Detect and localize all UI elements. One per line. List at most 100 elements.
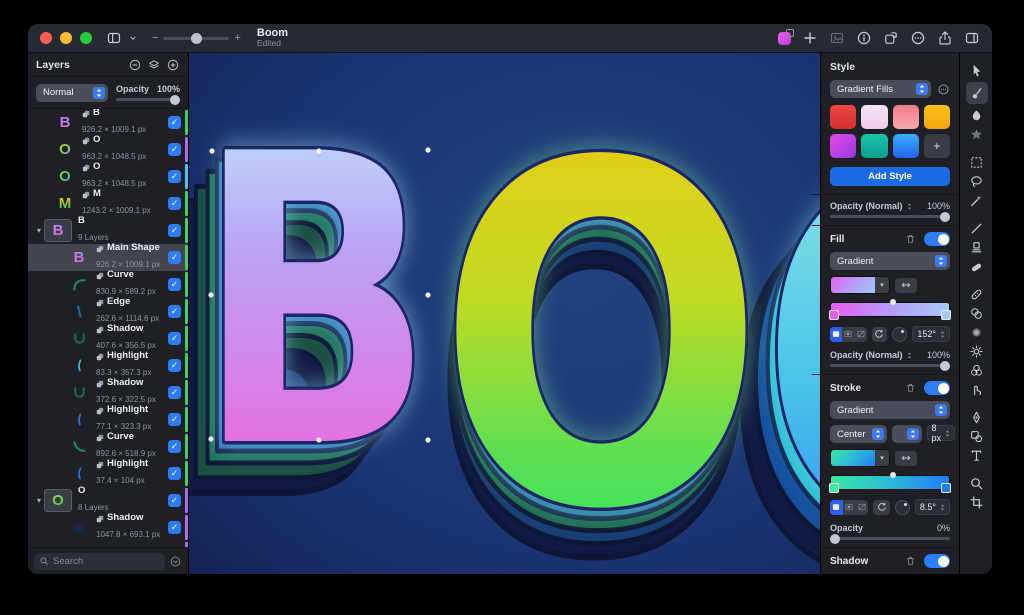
- layer-opacity-knob[interactable]: [940, 211, 950, 222]
- more-tools-icon[interactable]: [966, 521, 988, 540]
- paint-tool-icon[interactable]: [966, 106, 988, 125]
- lasso-select-tool-icon[interactable]: [966, 172, 988, 191]
- blend-mode-select[interactable]: Normal: [36, 83, 108, 102]
- zoom-in-button[interactable]: +: [234, 32, 240, 44]
- arrange-tool-icon[interactable]: [966, 61, 988, 80]
- layer-group-row[interactable]: ▾ B B 9 Layers ✓: [28, 216, 188, 244]
- add-layer-icon[interactable]: [166, 58, 180, 72]
- pen-tool-icon[interactable]: [966, 408, 988, 427]
- sidebar-chevron-icon[interactable]: [128, 30, 138, 46]
- fill-angle-field[interactable]: 152°: [912, 326, 950, 342]
- layer-visibility-checkbox[interactable]: ✓: [168, 332, 181, 345]
- layer-visibility-checkbox[interactable]: ✓: [168, 440, 181, 453]
- stroke-gradient-midpoint[interactable]: [890, 472, 896, 478]
- stroke-gradient-bar[interactable]: [829, 472, 951, 493]
- layer-row[interactable]: Curve 830.9 × 589.2 px ✓: [28, 270, 188, 298]
- info-icon[interactable]: [856, 30, 872, 46]
- layer-row[interactable]: Shadow 407.6 × 356.5 px ✓: [28, 324, 188, 352]
- shadow-toggle[interactable]: [924, 554, 950, 568]
- layer-visibility-checkbox[interactable]: ✓: [168, 305, 181, 318]
- layer-visibility-checkbox[interactable]: ✓: [168, 224, 181, 237]
- layer-row[interactable]: B Main Shape 926.2 × 1009.1 px ✓: [28, 243, 188, 271]
- layer-row[interactable]: Edge 262.6 × 1114.6 px ✓: [28, 297, 188, 325]
- layer-group-row[interactable]: ▾ O O 8 Layers ✓: [28, 486, 188, 514]
- layer-visibility-checkbox[interactable]: ✓: [168, 170, 181, 183]
- layer-visibility-checkbox[interactable]: ✓: [168, 116, 181, 129]
- layer-visibility-checkbox[interactable]: ✓: [168, 251, 181, 264]
- style-swatch[interactable]: [892, 105, 919, 129]
- style-swatch[interactable]: [923, 105, 950, 129]
- add-icon[interactable]: [802, 30, 818, 46]
- radial-gradient-icon[interactable]: [843, 500, 856, 515]
- layer-row[interactable]: Curve 892.6 × 518.9 px ✓: [28, 432, 188, 460]
- fill-type-select[interactable]: Gradient: [830, 252, 950, 270]
- layer-row[interactable]: B B 926.2 × 1009.1 px ✓: [28, 109, 188, 136]
- blur-tool-icon[interactable]: [966, 323, 988, 342]
- layer-options-icon[interactable]: [147, 58, 161, 72]
- transform-icon[interactable]: [883, 30, 899, 46]
- layer-visibility-checkbox[interactable]: ✓: [168, 413, 181, 426]
- zoom-slider-knob[interactable]: [191, 32, 203, 44]
- fill-opacity-knob[interactable]: [940, 360, 950, 371]
- group-chevron-icon[interactable]: ▾: [34, 496, 44, 505]
- layer-row[interactable]: Highlight 77.1 × 323.3 px ✓: [28, 405, 188, 433]
- fill-gradient-stop-left[interactable]: [829, 310, 839, 320]
- share-icon[interactable]: [937, 30, 953, 46]
- toggle-sidebar-icon[interactable]: [106, 30, 122, 46]
- stroke-gradient-flip-icon[interactable]: [895, 450, 917, 466]
- fill-gradient-midpoint[interactable]: [890, 299, 896, 305]
- layer-row[interactable]: Shadow 372.6 × 322.5 px ✓: [28, 378, 188, 406]
- layers-opacity-slider[interactable]: [116, 94, 180, 105]
- layer-row[interactable]: O O 963.2 × 1048.5 px ✓: [28, 162, 188, 190]
- patch-tool-icon[interactable]: [966, 285, 988, 304]
- layer-row[interactable]: Main Shape✓: [28, 541, 188, 547]
- layer-row[interactable]: O O 963.2 × 1048.5 px ✓: [28, 135, 188, 163]
- style-swatch[interactable]: [830, 105, 857, 129]
- layer-visibility-checkbox[interactable]: ✓: [168, 467, 181, 480]
- stroke-line-style-select[interactable]: [891, 425, 922, 443]
- fill-toggle[interactable]: [924, 232, 950, 246]
- stroke-toggle[interactable]: [924, 381, 950, 395]
- stroke-delete-icon[interactable]: [905, 382, 916, 394]
- style-swatch[interactable]: [861, 134, 888, 158]
- opacity-mode-stepper-icon[interactable]: [905, 202, 914, 211]
- angle-gradient-icon[interactable]: [856, 500, 869, 515]
- stroke-gradient-swatch[interactable]: ▾: [830, 449, 890, 467]
- stroke-opacity-knob[interactable]: [830, 533, 840, 544]
- fill-gradient-cycle-icon[interactable]: [871, 326, 888, 342]
- layer-visibility-checkbox[interactable]: ✓: [168, 386, 181, 399]
- add-style-button[interactable]: Add Style: [830, 167, 950, 186]
- linear-gradient-icon[interactable]: [830, 499, 843, 515]
- add-swatch-button[interactable]: +: [923, 134, 950, 158]
- stroke-angle-field[interactable]: 8.5°: [914, 499, 950, 515]
- shape-tool-icon[interactable]: [966, 427, 988, 446]
- zoom-tool-icon[interactable]: [966, 474, 988, 493]
- style-swatch[interactable]: [892, 134, 919, 158]
- stroke-type-select[interactable]: Gradient: [830, 401, 950, 419]
- crop-tool-icon[interactable]: [966, 493, 988, 512]
- style-preset-select[interactable]: Gradient Fills: [830, 80, 931, 98]
- stroke-position-select[interactable]: Center: [830, 425, 887, 443]
- insert-shape-icon[interactable]: [778, 28, 794, 45]
- marquee-select-tool-icon[interactable]: [966, 153, 988, 172]
- stroke-angle-knob[interactable]: [894, 499, 910, 515]
- layer-visibility-checkbox[interactable]: ✓: [168, 278, 181, 291]
- layer-opacity-slider[interactable]: [830, 211, 950, 222]
- layer-row[interactable]: Highlight 83.3 × 357.3 px ✓: [28, 351, 188, 379]
- remove-layer-icon[interactable]: [128, 58, 142, 72]
- stroke-gradient-stop-right[interactable]: [941, 483, 951, 493]
- fill-gradient-bar[interactable]: [829, 299, 951, 320]
- smudge-tool-icon[interactable]: [966, 380, 988, 399]
- layer-visibility-checkbox[interactable]: ✓: [168, 521, 181, 534]
- stroke-gradient-stop-left[interactable]: [829, 483, 839, 493]
- style-tool-icon[interactable]: [965, 82, 988, 104]
- clone-tool-icon[interactable]: [966, 304, 988, 323]
- radial-gradient-icon[interactable]: [842, 327, 854, 342]
- style-swatch[interactable]: [861, 105, 888, 129]
- layer-row[interactable]: Shadow 1047.8 × 693.1 px ✓: [28, 513, 188, 541]
- fill-gradient-stop-right[interactable]: [941, 310, 951, 320]
- layer-visibility-checkbox[interactable]: ✓: [168, 494, 181, 507]
- linear-gradient-icon[interactable]: [830, 326, 843, 342]
- stroke-opacity-slider[interactable]: [830, 533, 950, 544]
- line-tool-icon[interactable]: [966, 219, 988, 238]
